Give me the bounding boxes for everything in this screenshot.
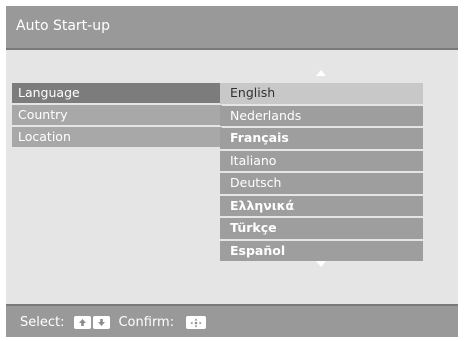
language-option-greek[interactable]: Ελληνικά xyxy=(220,195,423,216)
menu-item-location[interactable]: Location xyxy=(12,127,222,147)
language-option-turkce[interactable]: Türkçe xyxy=(220,218,423,239)
language-option-english[interactable]: English xyxy=(220,83,423,104)
menu-item-country[interactable]: Country xyxy=(12,105,222,125)
up-key-icon xyxy=(74,316,92,329)
title-bar: Auto Start-up xyxy=(6,6,458,50)
confirm-hint-label: Confirm: xyxy=(118,315,175,330)
language-option-espanol[interactable]: Español xyxy=(220,240,423,261)
footer-hints: Select: Confirm: xyxy=(20,315,207,330)
language-option-deutsch[interactable]: Deutsch xyxy=(220,173,423,194)
scroll-down-arrow-icon[interactable] xyxy=(316,261,326,267)
language-option-francais[interactable]: Français xyxy=(220,128,423,149)
menu-item-language[interactable]: Language xyxy=(12,83,222,103)
auto-startup-window: Auto Start-up Language Country Location … xyxy=(6,6,458,337)
settings-menu: Language Country Location xyxy=(12,83,222,149)
language-option-italiano[interactable]: Italiano xyxy=(220,150,423,171)
language-list: English Nederlands Français Italiano Deu… xyxy=(220,83,423,263)
page-title: Auto Start-up xyxy=(16,18,110,34)
main-panel: Language Country Location English Nederl… xyxy=(6,50,458,304)
ok-key-icon xyxy=(186,316,207,329)
footer-help-bar: Select: Confirm: xyxy=(6,304,458,337)
down-key-icon xyxy=(93,316,111,329)
language-option-nederlands[interactable]: Nederlands xyxy=(220,105,423,126)
scroll-up-arrow-icon[interactable] xyxy=(316,70,326,76)
select-hint-label: Select: xyxy=(20,315,65,330)
